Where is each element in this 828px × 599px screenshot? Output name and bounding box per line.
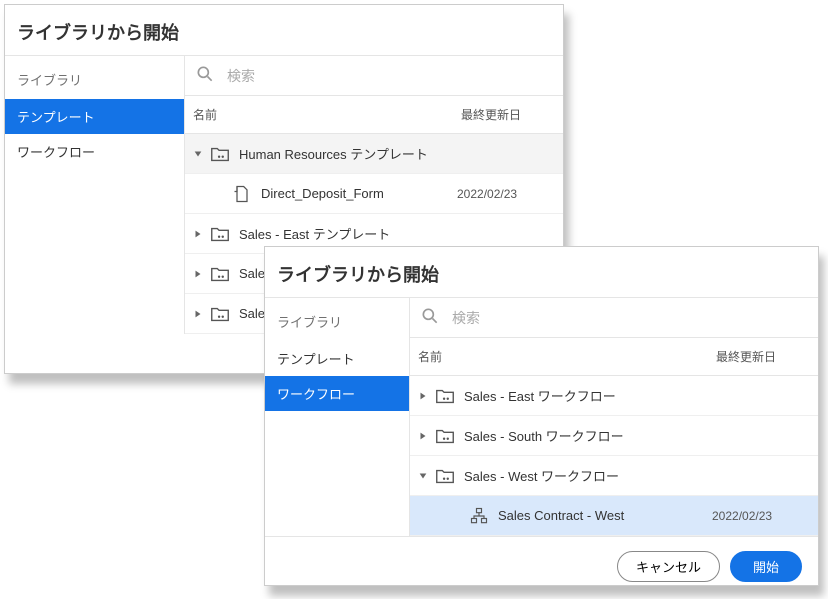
chevron-down-icon[interactable] (416, 471, 430, 481)
sidebar-heading: ライブラリ (265, 298, 409, 341)
chevron-right-icon[interactable] (191, 269, 205, 279)
column-headers: 名前 最終更新日 (410, 338, 818, 376)
folder-shared-icon (434, 425, 456, 447)
chevron-right-icon[interactable] (416, 391, 430, 401)
dialog-footer: キャンセル 開始 (265, 536, 818, 596)
sidebar: ライブラリ テンプレート ワークフロー (265, 298, 410, 536)
search-bar (185, 56, 563, 96)
cancel-button[interactable]: キャンセル (617, 551, 720, 582)
sidebar-item-workflows[interactable]: ワークフロー (265, 376, 409, 411)
folder-shared-icon (434, 385, 456, 407)
workflow-icon (468, 505, 490, 527)
col-date[interactable]: 最終更新日 (453, 96, 563, 133)
row-sales-contract-west[interactable]: Sales Contract - West 2022/02/23 (410, 496, 818, 536)
sidebar: ライブラリ テンプレート ワークフロー (5, 56, 185, 334)
sidebar-item-workflows[interactable]: ワークフロー (5, 134, 184, 169)
search-input[interactable] (450, 309, 808, 327)
row-date: 2022/02/23 (712, 509, 812, 523)
chevron-right-icon[interactable] (191, 229, 205, 239)
library-dialog-workflows: ライブラリから開始 ライブラリ テンプレート ワークフロー 名前 最終更新日 S… (264, 246, 819, 586)
chevron-right-icon[interactable] (191, 309, 205, 319)
sidebar-item-templates[interactable]: テンプレート (5, 99, 184, 134)
search-icon (195, 64, 215, 87)
search-bar (410, 298, 818, 338)
dialog-title: ライブラリから開始 (5, 5, 563, 55)
row-label: Sales - East ワークフロー (464, 386, 812, 405)
search-input[interactable] (225, 67, 553, 85)
sidebar-item-templates[interactable]: テンプレート (265, 341, 409, 376)
row-date: 2022/02/23 (457, 187, 557, 201)
search-icon (420, 306, 440, 329)
col-date[interactable]: 最終更新日 (708, 338, 818, 375)
row-label: Sales - West ワークフロー (464, 466, 812, 485)
row-hr-templates[interactable]: Human Resources テンプレート (185, 134, 563, 174)
folder-shared-icon (434, 465, 456, 487)
folder-shared-icon (209, 263, 231, 285)
folder-shared-icon (209, 303, 231, 325)
chevron-down-icon[interactable] (191, 149, 205, 159)
row-label: Sales - East テンプレート (239, 224, 557, 243)
row-sales-south-wf[interactable]: Sales - South ワークフロー (410, 416, 818, 456)
row-label: Sales - South ワークフロー (464, 426, 812, 445)
column-headers: 名前 最終更新日 (185, 96, 563, 134)
row-label: Human Resources テンプレート (239, 144, 557, 163)
row-sales-west-wf[interactable]: Sales - West ワークフロー (410, 456, 818, 496)
chevron-right-icon[interactable] (416, 431, 430, 441)
start-button[interactable]: 開始 (730, 551, 802, 582)
row-label: Direct_Deposit_Form (261, 186, 457, 201)
dialog-title: ライブラリから開始 (265, 247, 818, 297)
col-name[interactable]: 名前 (185, 96, 453, 133)
row-sales-east-wf[interactable]: Sales - East ワークフロー (410, 376, 818, 416)
document-icon (231, 183, 253, 205)
col-name[interactable]: 名前 (410, 338, 708, 375)
row-label: Sales Contract - West (498, 508, 712, 523)
folder-shared-icon (209, 223, 231, 245)
folder-shared-icon (209, 143, 231, 165)
row-direct-deposit[interactable]: Direct_Deposit_Form 2022/02/23 (185, 174, 563, 214)
sidebar-heading: ライブラリ (5, 56, 184, 99)
